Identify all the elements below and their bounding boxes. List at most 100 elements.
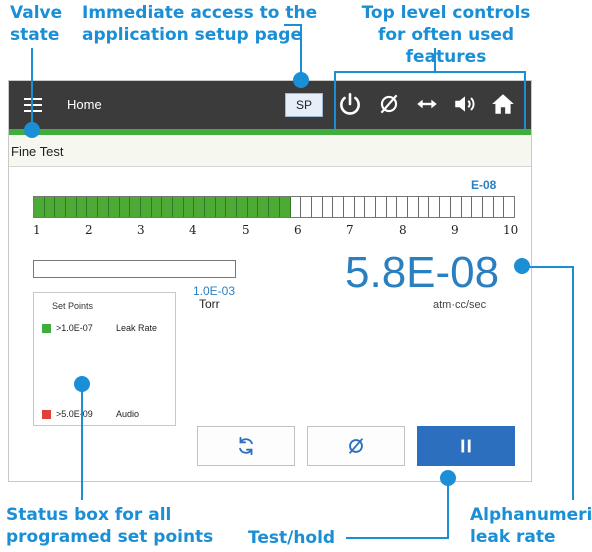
test-hold-button[interactable] bbox=[417, 426, 515, 466]
bargraph-cell bbox=[215, 197, 227, 217]
bargraph-cell bbox=[151, 197, 163, 217]
bargraph-cell bbox=[55, 197, 67, 217]
pressure-value: 1.0E-03 bbox=[193, 284, 236, 298]
bargraph-cell bbox=[365, 197, 376, 217]
leak-rate-value: 5.8E-08 bbox=[345, 248, 500, 297]
connector-line bbox=[572, 266, 574, 500]
connector-line bbox=[31, 48, 33, 130]
bargraph-cell bbox=[343, 197, 355, 217]
bargraph-cell bbox=[172, 197, 184, 217]
connector-line bbox=[334, 71, 336, 129]
pause-icon bbox=[461, 439, 471, 453]
bargraph-cell bbox=[279, 197, 291, 217]
bargraph-cell bbox=[482, 197, 494, 217]
setpoint-label: Audio bbox=[116, 409, 140, 419]
leak-rate-bargraph bbox=[33, 196, 515, 218]
callout-line: Immediate access to the bbox=[82, 3, 318, 23]
bargraph-scale-label: 8 bbox=[399, 223, 407, 237]
bargraph-cell bbox=[119, 197, 131, 217]
setpoint-row: >5.0E-09 Audio bbox=[42, 409, 140, 420]
callout-line: programed set points bbox=[6, 527, 214, 547]
connector-line bbox=[447, 484, 449, 538]
main-content: E-08 1 2 3 4 5 6 7 8 9 10 1.0E-03 Torr 5.8E-08 at… bbox=[9, 168, 531, 481]
setpoint-label: Leak Rate bbox=[116, 323, 158, 333]
bargraph-cell bbox=[183, 197, 195, 217]
bargraph-cell bbox=[140, 197, 152, 217]
callout-alphanumeric: Alphanumeric leak rate bbox=[470, 504, 592, 548]
zero-icon bbox=[348, 438, 364, 454]
bargraph-scale-label: 6 bbox=[294, 223, 302, 237]
bargraph-cell bbox=[450, 197, 462, 217]
refresh-icon bbox=[239, 436, 253, 456]
bargraph-cell bbox=[429, 197, 441, 217]
power-icon[interactable] bbox=[336, 91, 364, 119]
pressure-bar bbox=[33, 260, 236, 278]
bargraph-cell bbox=[194, 197, 205, 217]
bargraph-cell bbox=[98, 197, 109, 217]
status-text: Fine Test bbox=[11, 144, 64, 159]
callout-line: Test/hold bbox=[248, 528, 336, 548]
bargraph-scale-label: 4 bbox=[189, 223, 197, 237]
top-bar: Home SP bbox=[9, 81, 531, 129]
pressure-unit: Torr bbox=[199, 297, 220, 311]
bargraph-scale-label: 9 bbox=[451, 223, 459, 237]
speaker-icon[interactable] bbox=[451, 91, 479, 119]
bargraph-cell bbox=[386, 197, 398, 217]
sp-button[interactable]: SP bbox=[285, 93, 323, 117]
callout-valve-state: Valve state bbox=[10, 2, 62, 46]
callout-line: Valve bbox=[10, 3, 63, 23]
setpoint-indicator bbox=[42, 410, 51, 420]
callout-line: state bbox=[10, 25, 60, 45]
setpoints-status-box[interactable]: Set Points >1.0E-07 Leak Rate >5.0E-09 Aud… bbox=[33, 292, 176, 426]
setpoint-row: >1.0E-07 Leak Rate bbox=[42, 323, 158, 334]
vent-arrows-icon[interactable] bbox=[413, 91, 441, 119]
bargraph-cell bbox=[205, 197, 216, 217]
bargraph-scale-label: 7 bbox=[346, 223, 354, 237]
bargraph-scale-label: 3 bbox=[137, 223, 145, 237]
connector-line bbox=[334, 71, 526, 73]
callout-line: Status box for all bbox=[6, 505, 172, 525]
callout-top-controls: Top level controls for often used featur… bbox=[346, 2, 546, 68]
bargraph-cell bbox=[290, 197, 302, 217]
connector-line bbox=[346, 537, 449, 539]
bargraph-cell bbox=[76, 197, 88, 217]
bargraph-cell bbox=[34, 197, 45, 217]
callout-line: for often used features bbox=[377, 25, 515, 67]
callout-status-box: Status box for all programed set points bbox=[6, 504, 213, 548]
bargraph-cell bbox=[493, 197, 505, 217]
leak-rate-unit: atm·cc/sec bbox=[433, 299, 487, 311]
bargraph-cell bbox=[461, 197, 473, 217]
bargraph-scale-label: 1 bbox=[33, 223, 41, 237]
bargraph-cell bbox=[269, 197, 280, 217]
connector-line bbox=[528, 266, 574, 268]
setpoint-value: >5.0E-09 bbox=[56, 409, 93, 419]
callout-line: Top level controls bbox=[361, 3, 531, 23]
callout-line: Alphanumeric bbox=[470, 505, 592, 525]
callout-test-hold: Test/hold bbox=[248, 527, 335, 549]
zero-button[interactable] bbox=[307, 426, 405, 466]
bargraph-cell bbox=[440, 197, 451, 217]
bargraph-cell bbox=[44, 197, 56, 217]
callout-dot bbox=[293, 72, 309, 88]
bargraph-cell bbox=[226, 197, 238, 217]
bargraph-cell bbox=[66, 197, 77, 217]
home-icon[interactable] bbox=[489, 91, 517, 119]
bargraph-cell bbox=[130, 197, 141, 217]
hamburger-icon[interactable] bbox=[24, 98, 42, 112]
status-row: Fine Test bbox=[9, 135, 531, 167]
home-label: Home bbox=[67, 97, 102, 112]
bargraph-cell bbox=[408, 197, 419, 217]
bargraph-cell bbox=[87, 197, 99, 217]
bargraph-scale-label: 2 bbox=[85, 223, 93, 237]
bargraph-cell bbox=[333, 197, 344, 217]
bargraph-cell bbox=[237, 197, 248, 217]
connector-line bbox=[434, 48, 436, 72]
bargraph-cell bbox=[311, 197, 323, 217]
zero-icon[interactable] bbox=[375, 91, 403, 119]
bargraph-cell bbox=[108, 197, 120, 217]
bargraph-cell bbox=[504, 197, 514, 217]
callout-line: leak rate bbox=[470, 527, 556, 547]
refresh-button[interactable] bbox=[197, 426, 295, 466]
bargraph-cell bbox=[247, 197, 259, 217]
callout-line: application setup page bbox=[82, 25, 302, 45]
